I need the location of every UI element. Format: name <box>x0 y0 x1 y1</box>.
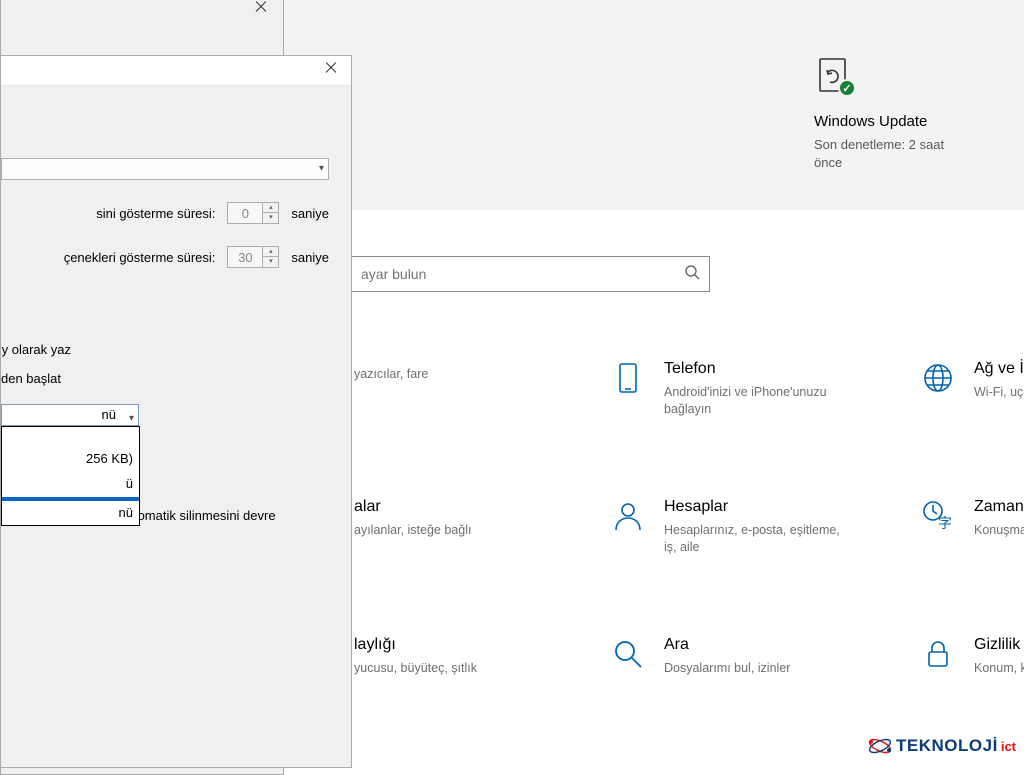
dump-type-combo[interactable]: nü ▾ <box>1 404 139 426</box>
watermark-logo: TEKNOLOJİict <box>866 732 1016 760</box>
timeout-recovery-label: çenekleri gösterme süresi: <box>64 250 216 265</box>
dropdown-option[interactable]: nü <box>2 501 139 526</box>
timeout-recovery-spinner[interactable]: ▴▾ <box>227 246 279 268</box>
check-badge-icon <box>838 79 856 97</box>
category-network[interactable]: Ağ ve İnternet Wi-Fi, uçak modu <box>920 360 1024 418</box>
update-title: Windows Update <box>814 113 974 130</box>
category-time-language[interactable]: 字 Zaman ve Dil Konuşma, bölge, <box>920 498 1024 556</box>
category-privacy[interactable]: Gizlilik Konum, kamera, <box>920 636 1024 677</box>
dropdown-option[interactable]: 256 KB) <box>2 447 139 472</box>
category-grid: yazıcılar, fare Telefon Android'inizi ve… <box>300 360 1024 676</box>
search-icon <box>675 264 709 285</box>
timeout-os-input[interactable] <box>227 202 263 224</box>
close-button-back[interactable] <box>255 0 267 12</box>
person-icon <box>610 498 646 534</box>
dialog-titlebar[interactable] <box>1 56 351 86</box>
spin-down-icon[interactable]: ▾ <box>263 213 278 223</box>
logo-orbit-icon <box>866 732 894 760</box>
globe-icon <box>920 360 956 396</box>
lock-icon <box>920 636 956 672</box>
timeout-os-spinner[interactable]: ▴▾ <box>227 202 279 224</box>
update-subtitle: Son denetleme: 2 saat önce <box>814 136 974 171</box>
dump-type-dropdown[interactable]: 256 KB) ü nü <box>1 426 140 526</box>
dropdown-option[interactable]: ü <box>2 472 139 497</box>
startup-recovery-dialog: ▾ sini gösterme süresi: ▴▾ saniye çenekl… <box>0 55 352 768</box>
time-language-icon: 字 <box>920 498 956 534</box>
category-accounts[interactable]: Hesaplar Hesaplarınız, e-posta, eşitleme… <box>610 498 870 556</box>
windows-update-tile[interactable]: Windows Update Son denetleme: 2 saat önc… <box>814 55 974 171</box>
spin-down-icon[interactable]: ▾ <box>263 257 278 267</box>
category-phone[interactable]: Telefon Android'inizi ve iPhone'unuzu ba… <box>610 360 870 418</box>
auto-restart-label-fragment: den başlat <box>1 371 339 386</box>
spin-up-icon[interactable]: ▴ <box>263 247 278 257</box>
default-os-combo[interactable]: ▾ <box>1 158 329 180</box>
timeout-os-label: sini gösterme süresi: <box>96 206 215 221</box>
close-button[interactable] <box>325 61 337 73</box>
dropdown-option[interactable] <box>2 427 139 447</box>
close-icon <box>255 0 267 12</box>
chevron-down-icon: ▾ <box>319 163 324 174</box>
search-input[interactable] <box>351 266 675 282</box>
settings-search[interactable] <box>350 256 710 292</box>
spin-up-icon[interactable]: ▴ <box>263 203 278 213</box>
category-search[interactable]: Ara Dosyalarımı bul, izinler <box>610 636 870 677</box>
phone-icon <box>610 360 646 396</box>
timeout-recovery-input[interactable] <box>227 246 263 268</box>
magnifier-icon <box>610 636 646 672</box>
write-event-label-fragment: y olarak yaz <box>1 342 339 357</box>
close-icon <box>325 61 337 73</box>
update-icon <box>814 55 854 95</box>
svg-text:字: 字 <box>938 515 952 531</box>
